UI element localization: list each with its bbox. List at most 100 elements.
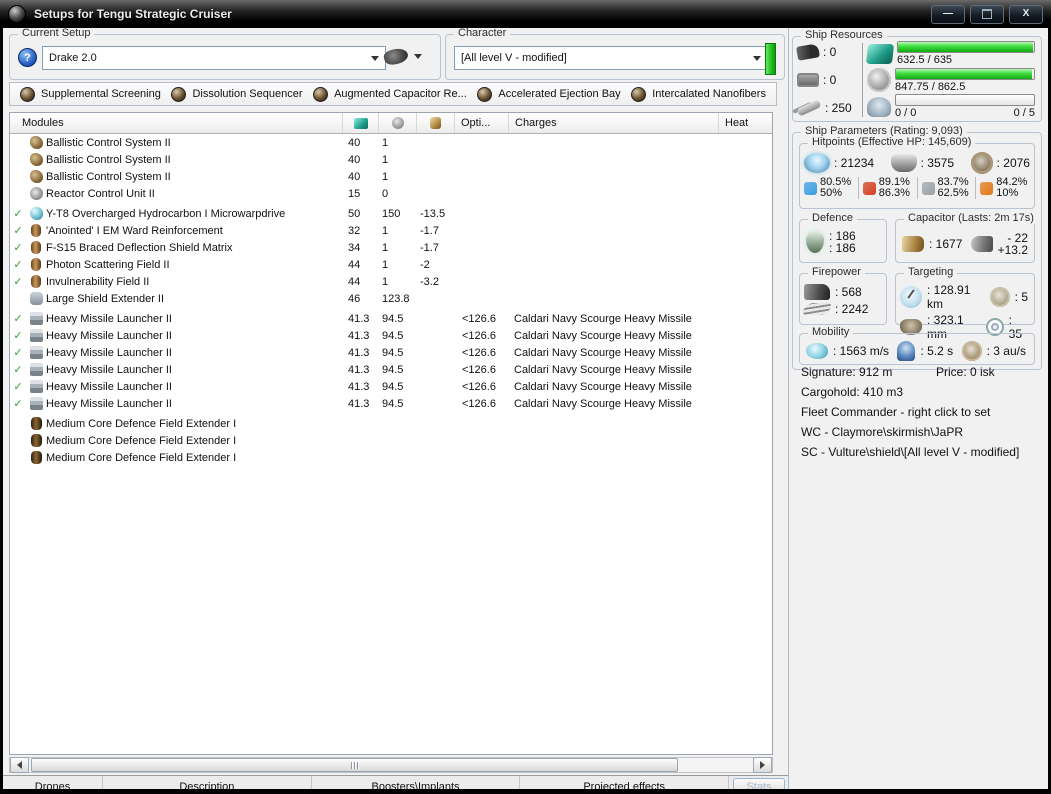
stats-button[interactable]: Stats	[733, 777, 785, 789]
fitted-check-icon: ✓	[13, 330, 23, 342]
squad-commander-text[interactable]: SC - Vulture\shield\[All level V - modif…	[801, 442, 1042, 462]
current-setup-label: Current Setup	[18, 28, 95, 39]
fitted-check-icon: ✓	[13, 259, 23, 271]
cpu-icon	[353, 117, 368, 129]
turret-count: : 0	[823, 45, 837, 59]
module-name: Large Shield Extender II	[46, 292, 165, 305]
module-powergrid: 1	[382, 275, 389, 288]
module-row[interactable]: Medium Core Defence Field Extender I	[10, 449, 772, 466]
shield-hp-icon	[804, 153, 830, 173]
module-row[interactable]: Medium Core Defence Field Extender I	[10, 415, 772, 432]
subsystem-tab[interactable]: Accelerated Ejection Bay	[477, 86, 621, 102]
scroll-left-button[interactable]	[10, 757, 29, 773]
module-row[interactable]: ✓ Heavy Missile Launcher II 41.3 94.5 <126.6…	[10, 344, 772, 361]
module-row[interactable]: ✓ Heavy Missile Launcher II 41.3 94.5 <126.6…	[10, 395, 772, 412]
arrow-right-icon	[760, 761, 765, 769]
drone-bandwidth-text: 0 / 5	[1013, 107, 1035, 119]
armor-hp: : 3575	[920, 156, 955, 170]
module-powergrid: 150	[382, 207, 401, 220]
capacitor-recharge: +13.2	[997, 243, 1028, 257]
module-charge: Caldari Navy Scourge Heavy Missile	[514, 363, 692, 376]
col-charges: Charges	[508, 113, 718, 133]
setup-select[interactable]: Drake 2.0	[42, 46, 386, 70]
tab-boosters-implants[interactable]: Boosters\Implants	[312, 776, 521, 789]
capacitor-amount-icon	[902, 236, 924, 252]
tab-projected-effects[interactable]: Projected effects	[520, 776, 730, 789]
module-icon	[29, 136, 43, 149]
module-cpu: 32	[348, 224, 361, 237]
subsystem-tab-label: Dissolution Sequencer	[192, 88, 303, 100]
subsystem-tab[interactable]: Supplemental Screening	[20, 86, 161, 102]
powergrid-icon	[391, 117, 404, 129]
module-icon-cell	[26, 346, 46, 359]
targeting-range: : 128.91 km	[927, 283, 971, 311]
module-row[interactable]: Medium Core Defence Field Extender I	[10, 432, 772, 449]
calibration-value: : 250	[825, 101, 852, 115]
col-heat: Heat	[718, 113, 772, 133]
tab-drones[interactable]: Drones	[3, 776, 103, 789]
scrollbar-thumb[interactable]	[31, 758, 678, 772]
module-row[interactable]: ✓ Heavy Missile Launcher II 41.3 94.5 <126.6…	[10, 361, 772, 378]
module-row[interactable]: ✓ Heavy Missile Launcher II 41.3 94.5 <126.6…	[10, 310, 772, 327]
module-row[interactable]: ✓ Photon Scattering Field II 44 1 -2	[10, 256, 772, 273]
close-button[interactable]: X	[1009, 4, 1043, 24]
module-row[interactable]: ✓ F-S15 Braced Deflection Shield Matrix 34…	[10, 239, 772, 256]
subsystem-tab[interactable]: Augmented Capacitor Re...	[313, 86, 467, 102]
ship-resources-label: Ship Resources	[801, 29, 887, 41]
subsystem-tab[interactable]: Dissolution Sequencer	[171, 86, 303, 102]
subsystem-icon	[171, 86, 187, 102]
module-icon-cell	[26, 397, 46, 410]
help-icon[interactable]: ?	[18, 48, 37, 67]
fitted-check-icon: ✓	[13, 208, 23, 220]
module-powergrid: 0	[382, 187, 389, 200]
shield-hp: : 21234	[834, 156, 875, 170]
ship-menu-button[interactable]	[382, 46, 422, 67]
module-row[interactable]: Ballistic Control System II 40 1	[10, 151, 772, 168]
align-time: : 5.2 s	[920, 344, 954, 358]
module-cpu: 44	[348, 275, 361, 288]
powergrid-usage-text: 847.75 / 862.5	[895, 80, 966, 93]
module-row[interactable]: Ballistic Control System II 40 1	[10, 134, 772, 151]
module-powergrid: 94.5	[382, 346, 404, 359]
fitted-check-icon: ✓	[13, 242, 23, 254]
wing-commander-text[interactable]: WC - Claymore\skirmish\JaPR	[801, 422, 1042, 442]
module-optimal: <126.6	[462, 346, 496, 359]
module-powergrid: 1	[382, 224, 389, 237]
module-cpu: 50	[348, 207, 361, 220]
module-row[interactable]: Reactor Control Unit II 15 0	[10, 185, 772, 202]
character-select[interactable]: [All level V - modified]	[454, 46, 768, 70]
tab-description[interactable]: Description	[103, 776, 312, 789]
module-powergrid: 94.5	[382, 329, 404, 342]
subsystem-tab[interactable]: Intercalated Nanofibers	[631, 86, 766, 102]
window-title: Setups for Tengu Strategic Cruiser	[34, 7, 232, 21]
module-row[interactable]: ✓ Y-T8 Overcharged Hydrocarbon I Microwar…	[10, 205, 772, 222]
module-cpu: 40	[348, 136, 361, 149]
module-icon	[29, 380, 43, 393]
module-row[interactable]: ✓ 'Anointed' I EM Ward Reinforcement 32 1 -1…	[10, 222, 772, 239]
module-cpu: 41.3	[348, 363, 370, 376]
minimize-button[interactable]: —	[931, 4, 965, 24]
module-optimal: <126.6	[462, 329, 496, 342]
module-icon	[30, 417, 42, 430]
module-icon	[30, 434, 42, 447]
maximize-button[interactable]	[970, 4, 1004, 24]
module-row[interactable]: ✓ Heavy Missile Launcher II 41.3 94.5 <126.6…	[10, 378, 772, 395]
module-cpu: 41.3	[348, 346, 370, 359]
module-name: Heavy Missile Launcher II	[46, 380, 172, 393]
module-row[interactable]: ✓ Invulnerability Field II 44 1 -3.2	[10, 273, 772, 290]
scroll-right-button[interactable]	[753, 757, 772, 773]
module-name: Heavy Missile Launcher II	[46, 346, 172, 359]
cargohold-text: Cargohold: 410 m3	[801, 385, 904, 399]
module-name: Medium Core Defence Field Extender I	[46, 434, 237, 447]
module-name: Heavy Missile Launcher II	[46, 329, 172, 342]
module-name: Ballistic Control System II	[46, 136, 171, 149]
module-icon-cell	[26, 451, 46, 464]
module-row[interactable]: ✓ Heavy Missile Launcher II 41.3 94.5 <126.6…	[10, 327, 772, 344]
horizontal-scrollbar[interactable]	[9, 757, 773, 773]
chevron-down-icon	[414, 54, 422, 59]
subsystem-icon	[631, 86, 647, 102]
module-row[interactable]: Large Shield Extender II 46 123.8	[10, 290, 772, 307]
fleet-commander-text[interactable]: Fleet Commander - right click to set	[801, 402, 1042, 422]
module-row[interactable]: Ballistic Control System II 40 1	[10, 168, 772, 185]
module-icon	[29, 153, 43, 166]
